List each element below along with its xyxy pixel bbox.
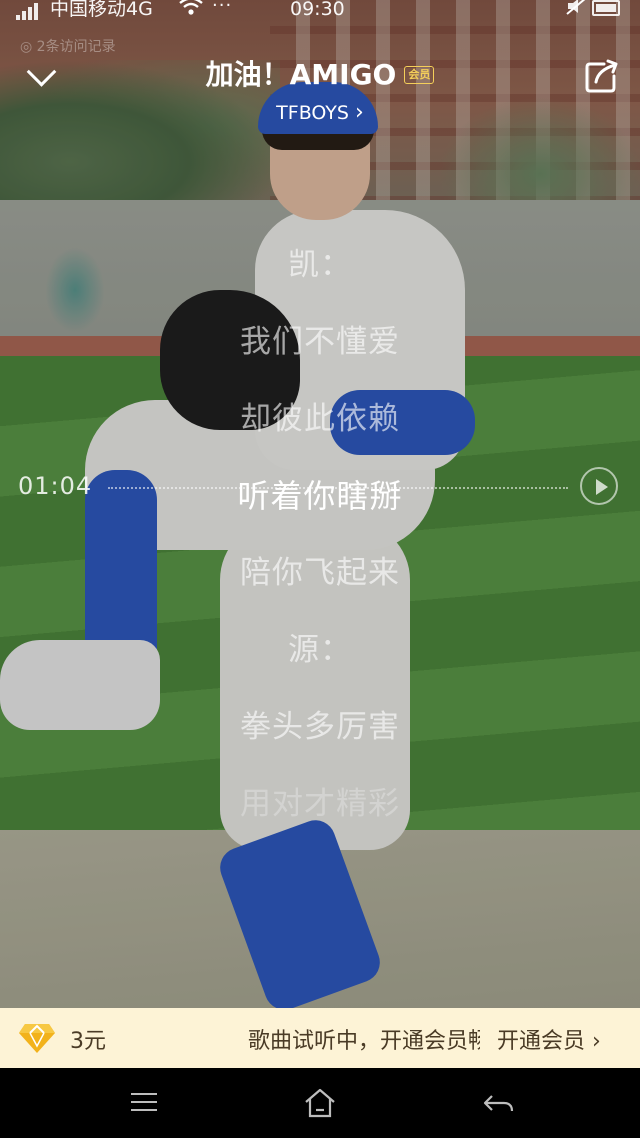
menu-button[interactable] xyxy=(125,1086,165,1120)
promo-message: 歌曲试听中，开通会员畅听 xyxy=(248,1029,480,1054)
promo-price: 3元 xyxy=(70,1029,106,1054)
vip-promo-bar[interactable]: 3元 歌曲试听中，开通会员畅听 开通会员 › xyxy=(0,1008,640,1068)
seek-dotted-line xyxy=(108,487,568,489)
lyric-line: 陪你飞起来 xyxy=(240,555,400,591)
seek-time: 01:04 xyxy=(18,472,93,500)
lyric-line: 凯： xyxy=(288,247,352,283)
song-title-row: 加油！AMIGO 会员 xyxy=(0,56,640,93)
lyrics-panel[interactable]: 凯： 我们不懂爱 却彼此依赖 听着你瞎掰 陪你飞起来 源： 拳头多厉害 用对才精… xyxy=(0,240,640,856)
menu-icon xyxy=(131,1093,157,1095)
back-icon xyxy=(483,1095,514,1112)
signal-icon xyxy=(16,2,44,20)
carrier-label: 中国移动4G xyxy=(50,0,153,20)
status-bar: 中国移动4G ··· 09:30 xyxy=(0,0,640,22)
song-title: 加油！AMIGO xyxy=(205,58,397,91)
lyric-line: 我们不懂爱 xyxy=(240,324,400,360)
visit-notice: ◎ 2条访问记录 xyxy=(20,39,116,55)
lyric-line: 用对才精彩 xyxy=(240,786,400,822)
play-from-line-button[interactable] xyxy=(580,467,618,505)
open-vip-button[interactable]: 开通会员 › xyxy=(497,1023,601,1055)
back-button[interactable] xyxy=(478,1086,518,1120)
home-icon xyxy=(305,1088,335,1118)
lyric-line: 却彼此依赖 xyxy=(240,401,400,437)
clock: 09:30 xyxy=(290,0,345,20)
lyric-seek-line: 01:04 xyxy=(0,462,640,510)
lyric-line: 源： xyxy=(288,632,352,668)
artist-name: TFBOYS xyxy=(276,102,349,124)
home-button[interactable] xyxy=(300,1086,340,1120)
wifi-icon xyxy=(178,0,204,20)
status-dots: ··· xyxy=(212,0,233,16)
vip-badge: 会员 xyxy=(404,66,435,84)
chevron-right-icon: › xyxy=(355,100,364,125)
artist-link[interactable]: TFBOYS › xyxy=(0,100,640,126)
share-icon xyxy=(585,59,618,93)
system-nav-bar xyxy=(0,1068,640,1138)
lyric-line: 拳头多厉害 xyxy=(240,709,400,745)
share-button[interactable] xyxy=(582,56,622,96)
diamond-icon xyxy=(19,1024,55,1053)
battery-icon xyxy=(592,0,620,16)
mute-icon xyxy=(566,0,588,21)
